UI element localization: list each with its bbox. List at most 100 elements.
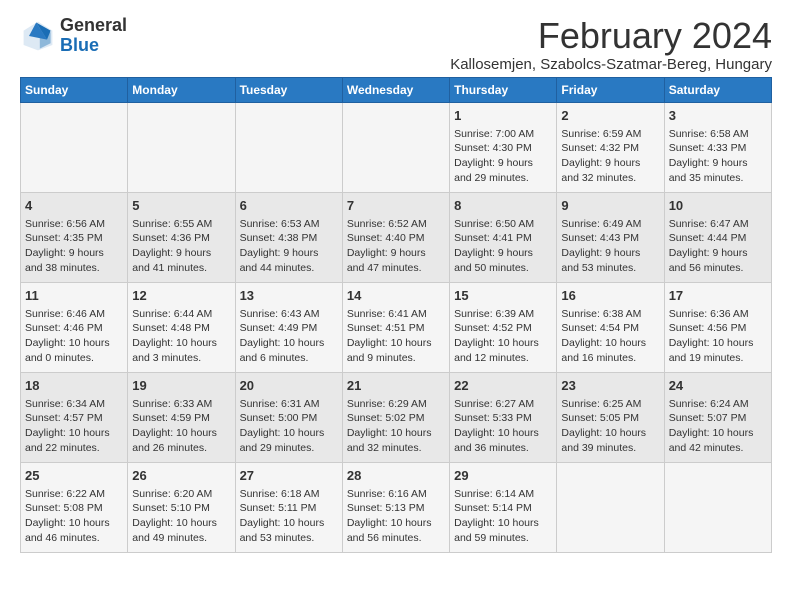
cell-info: Sunrise: 6:31 AM Sunset: 5:00 PM Dayligh… [240,397,338,456]
cell-info: Sunrise: 6:55 AM Sunset: 4:36 PM Dayligh… [132,217,230,276]
cell-info: Sunrise: 6:34 AM Sunset: 4:57 PM Dayligh… [25,397,123,456]
cell-info: Sunrise: 6:16 AM Sunset: 5:13 PM Dayligh… [347,487,445,546]
cell-info: Sunrise: 6:27 AM Sunset: 5:33 PM Dayligh… [454,397,552,456]
header-cell-wednesday: Wednesday [342,77,449,102]
day-cell [342,102,449,192]
cell-info: Sunrise: 6:39 AM Sunset: 4:52 PM Dayligh… [454,307,552,366]
day-number: 9 [561,197,659,215]
title-block: February 2024 Kallosemjen, Szabolcs-Szat… [450,16,772,73]
day-number: 15 [454,287,552,305]
header-cell-sunday: Sunday [21,77,128,102]
header-cell-saturday: Saturday [664,77,771,102]
header-cell-monday: Monday [128,77,235,102]
day-cell: 14 Sunrise: 6:41 AM Sunset: 4:51 PM Dayli… [342,282,449,372]
day-number: 12 [132,287,230,305]
day-number: 13 [240,287,338,305]
cell-info: Sunrise: 6:41 AM Sunset: 4:51 PM Dayligh… [347,307,445,366]
day-number: 3 [669,107,767,125]
day-cell: 8 Sunrise: 6:50 AM Sunset: 4:41 PM Daylig… [450,192,557,282]
day-number: 1 [454,107,552,125]
day-cell: 21Sunrise: 6:29 AM Sunset: 5:02 PM Dayli… [342,372,449,462]
day-cell: 29 Sunrise: 6:14 AM Sunset: 5:14 PM Dayli… [450,462,557,552]
day-cell: 11Sunrise: 6:46 AM Sunset: 4:46 PM Dayli… [21,282,128,372]
day-number: 2 [561,107,659,125]
header-cell-thursday: Thursday [450,77,557,102]
logo-text: General Blue [60,16,127,56]
day-cell [235,102,342,192]
day-number: 23 [561,377,659,395]
cell-info: Sunrise: 6:58 AM Sunset: 4:33 PM Dayligh… [669,127,767,186]
day-cell [128,102,235,192]
cell-info: Sunrise: 6:18 AM Sunset: 5:11 PM Dayligh… [240,487,338,546]
cell-info: Sunrise: 6:36 AM Sunset: 4:56 PM Dayligh… [669,307,767,366]
day-number: 22 [454,377,552,395]
logo-line2: Blue [60,36,127,56]
location-title: Kallosemjen, Szabolcs-Szatmar-Bereg, Hun… [450,56,772,73]
cell-info: Sunrise: 6:33 AM Sunset: 4:59 PM Dayligh… [132,397,230,456]
cell-info: Sunrise: 6:22 AM Sunset: 5:08 PM Dayligh… [25,487,123,546]
week-row-0: 1 Sunrise: 7:00 AM Sunset: 4:30 PM Daylig… [21,102,772,192]
day-cell: 5 Sunrise: 6:55 AM Sunset: 4:36 PM Daylig… [128,192,235,282]
day-cell: 27 Sunrise: 6:18 AM Sunset: 5:11 PM Dayli… [235,462,342,552]
day-cell: 24Sunrise: 6:24 AM Sunset: 5:07 PM Dayli… [664,372,771,462]
logo-line1: General [60,16,127,36]
day-number: 7 [347,197,445,215]
day-cell: 26Sunrise: 6:20 AM Sunset: 5:10 PM Dayli… [128,462,235,552]
cell-info: Sunrise: 6:49 AM Sunset: 4:43 PM Dayligh… [561,217,659,276]
cell-info: Sunrise: 6:59 AM Sunset: 4:32 PM Dayligh… [561,127,659,186]
month-title: February 2024 [450,16,772,56]
cell-info: Sunrise: 6:47 AM Sunset: 4:44 PM Dayligh… [669,217,767,276]
day-cell: 7 Sunrise: 6:52 AM Sunset: 4:40 PM Daylig… [342,192,449,282]
day-number: 5 [132,197,230,215]
cell-info: Sunrise: 6:44 AM Sunset: 4:48 PM Dayligh… [132,307,230,366]
day-number: 28 [347,467,445,485]
day-number: 4 [25,197,123,215]
cell-info: Sunrise: 6:14 AM Sunset: 5:14 PM Dayligh… [454,487,552,546]
day-cell: 28 Sunrise: 6:16 AM Sunset: 5:13 PM Dayli… [342,462,449,552]
cell-info: Sunrise: 6:38 AM Sunset: 4:54 PM Dayligh… [561,307,659,366]
day-cell: 1 Sunrise: 7:00 AM Sunset: 4:30 PM Daylig… [450,102,557,192]
day-cell [664,462,771,552]
day-number: 25 [25,467,123,485]
cell-info: Sunrise: 7:00 AM Sunset: 4:30 PM Dayligh… [454,127,552,186]
cell-info: Sunrise: 6:52 AM Sunset: 4:40 PM Dayligh… [347,217,445,276]
cell-info: Sunrise: 6:53 AM Sunset: 4:38 PM Dayligh… [240,217,338,276]
day-cell: 2 Sunrise: 6:59 AM Sunset: 4:32 PM Daylig… [557,102,664,192]
day-cell: 16 Sunrise: 6:38 AM Sunset: 4:54 PM Dayli… [557,282,664,372]
header-cell-friday: Friday [557,77,664,102]
day-number: 14 [347,287,445,305]
day-number: 29 [454,467,552,485]
week-row-3: 18 Sunrise: 6:34 AM Sunset: 4:57 PM Dayli… [21,372,772,462]
day-cell: 25 Sunrise: 6:22 AM Sunset: 5:08 PM Dayli… [21,462,128,552]
day-cell: 9 Sunrise: 6:49 AM Sunset: 4:43 PM Daylig… [557,192,664,282]
day-cell: 22 Sunrise: 6:27 AM Sunset: 5:33 PM Dayli… [450,372,557,462]
cell-info: Sunrise: 6:46 AM Sunset: 4:46 PM Dayligh… [25,307,123,366]
cell-info: Sunrise: 6:56 AM Sunset: 4:35 PM Dayligh… [25,217,123,276]
header-row: SundayMondayTuesdayWednesdayThursdayFrid… [21,77,772,102]
header-cell-tuesday: Tuesday [235,77,342,102]
day-number: 24 [669,377,767,395]
calendar-table: SundayMondayTuesdayWednesdayThursdayFrid… [20,77,772,553]
day-number: 26 [132,467,230,485]
day-number: 21 [347,377,445,395]
day-cell [557,462,664,552]
day-number: 18 [25,377,123,395]
week-row-4: 25 Sunrise: 6:22 AM Sunset: 5:08 PM Dayli… [21,462,772,552]
week-row-1: 4 Sunrise: 6:56 AM Sunset: 4:35 PM Daylig… [21,192,772,282]
cell-info: Sunrise: 6:50 AM Sunset: 4:41 PM Dayligh… [454,217,552,276]
day-cell: 10Sunrise: 6:47 AM Sunset: 4:44 PM Dayli… [664,192,771,282]
day-number: 16 [561,287,659,305]
day-cell: 19Sunrise: 6:33 AM Sunset: 4:59 PM Dayli… [128,372,235,462]
day-cell: 23 Sunrise: 6:25 AM Sunset: 5:05 PM Dayli… [557,372,664,462]
cell-info: Sunrise: 6:43 AM Sunset: 4:49 PM Dayligh… [240,307,338,366]
day-cell: 4 Sunrise: 6:56 AM Sunset: 4:35 PM Daylig… [21,192,128,282]
day-number: 8 [454,197,552,215]
day-number: 27 [240,467,338,485]
day-number: 17 [669,287,767,305]
day-cell: 13 Sunrise: 6:43 AM Sunset: 4:49 PM Dayli… [235,282,342,372]
cell-info: Sunrise: 6:25 AM Sunset: 5:05 PM Dayligh… [561,397,659,456]
day-cell: 17 Sunrise: 6:36 AM Sunset: 4:56 PM Dayli… [664,282,771,372]
logo: General Blue [20,16,127,56]
day-cell: 18 Sunrise: 6:34 AM Sunset: 4:57 PM Dayli… [21,372,128,462]
day-cell: 3 Sunrise: 6:58 AM Sunset: 4:33 PM Daylig… [664,102,771,192]
